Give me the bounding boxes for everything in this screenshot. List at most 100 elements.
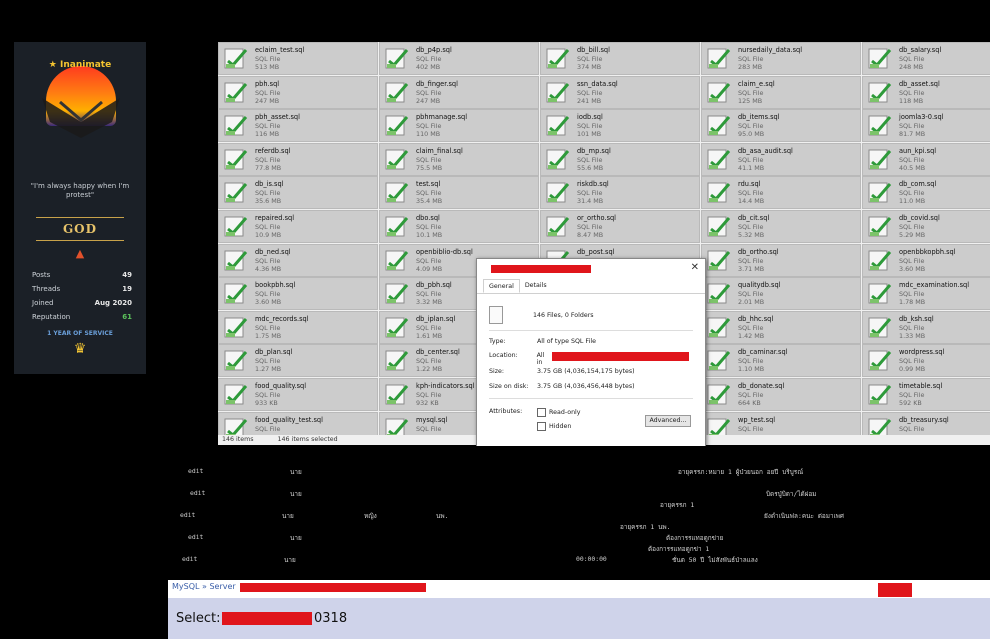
sql-file-icon bbox=[867, 315, 893, 339]
tab-details[interactable]: Details bbox=[520, 279, 552, 293]
file-item[interactable]: dbo.sql SQL File 10.1 MB bbox=[379, 209, 539, 243]
file-item[interactable]: db_com.sql SQL File 11.0 MB bbox=[862, 176, 990, 210]
edit-link[interactable]: edit bbox=[180, 511, 195, 519]
file-item[interactable]: claim_final.sql SQL File 75.5 MB bbox=[379, 142, 539, 176]
file-item[interactable]: db_donate.sql SQL File 664 KB bbox=[701, 377, 861, 411]
file-item[interactable]: or_ortho.sql SQL File 8.47 MB bbox=[540, 209, 700, 243]
file-item[interactable]: iodb.sql SQL File 101 MB bbox=[540, 109, 700, 143]
file-item[interactable]: db_bill.sql SQL File 374 MB bbox=[540, 42, 700, 75]
sql-file-icon bbox=[706, 214, 732, 238]
file-item[interactable]: mdc_examination.sql SQL File 1.78 MB bbox=[862, 277, 990, 311]
edit-link[interactable]: edit bbox=[188, 533, 203, 541]
file-item[interactable]: riskdb.sql SQL File 31.4 MB bbox=[540, 176, 700, 210]
sql-file-icon bbox=[384, 348, 410, 372]
sql-file-icon bbox=[706, 80, 732, 104]
file-name: dbo.sql bbox=[416, 213, 440, 222]
file-type: SQL File bbox=[416, 424, 442, 433]
file-item[interactable]: db_caminar.sql SQL File 1.10 MB bbox=[701, 344, 861, 378]
sql-file-icon bbox=[384, 180, 410, 204]
file-item[interactable]: db_asset.sql SQL File 118 MB bbox=[862, 75, 990, 109]
file-item[interactable]: db_salary.sql SQL File 248 MB bbox=[862, 42, 990, 75]
file-item[interactable]: food_quality.sql SQL File 933 KB bbox=[218, 377, 378, 411]
breadcrumb-server-link[interactable]: MySQL » Server bbox=[172, 582, 236, 591]
sql-file-icon bbox=[384, 46, 410, 70]
file-type: SQL File bbox=[416, 55, 442, 63]
file-item[interactable]: db_ortho.sql SQL File 3.71 MB bbox=[701, 243, 861, 277]
file-name: db_finger.sql bbox=[416, 79, 458, 88]
file-item[interactable]: db_ned.sql SQL File 4.36 MB bbox=[218, 243, 378, 277]
file-item[interactable]: pbh_asset.sql SQL File 116 MB bbox=[218, 109, 378, 143]
file-size: 35.6 MB bbox=[255, 197, 282, 206]
file-item[interactable]: joomla3-0.sql SQL File 81.7 MB bbox=[862, 109, 990, 143]
file-size: 10.1 MB bbox=[416, 230, 443, 239]
sql-file-icon bbox=[706, 281, 732, 305]
file-item[interactable]: db_plan.sql SQL File 1.27 MB bbox=[218, 344, 378, 378]
file-item[interactable]: openbbkopbh.sql SQL File 3.60 MB bbox=[862, 243, 990, 277]
select-table-suffix: 0318 bbox=[314, 611, 348, 626]
file-item[interactable]: pbh.sql SQL File 247 MB bbox=[218, 75, 378, 109]
file-size: 116 MB bbox=[255, 130, 280, 139]
file-type: SQL File bbox=[255, 122, 281, 131]
file-type: SQL File bbox=[899, 357, 925, 366]
advanced-button[interactable]: Advanced... bbox=[645, 415, 691, 427]
file-name: bookpbh.sql bbox=[255, 281, 296, 290]
attributes-row: Attributes: bbox=[489, 408, 523, 415]
sql-file-icon bbox=[223, 147, 249, 171]
file-type: SQL File bbox=[416, 88, 442, 97]
file-name: openbiblio-db.sql bbox=[416, 247, 473, 256]
file-name: mdc_examination.sql bbox=[899, 281, 970, 290]
file-type: SQL File bbox=[416, 122, 442, 131]
edit-link[interactable]: edit bbox=[188, 467, 203, 475]
file-item[interactable]: qualitydb.sql SQL File 2.01 MB bbox=[701, 277, 861, 311]
redacted-title bbox=[491, 265, 591, 273]
file-item[interactable]: db_is.sql SQL File 35.6 MB bbox=[218, 176, 378, 210]
tab-general[interactable]: General bbox=[483, 279, 520, 293]
table-row: edit นาย หญิง นพ. ยังดำเนินฟล:คนะ ต่อมาเ… bbox=[180, 511, 844, 520]
file-item[interactable]: db_ksh.sql SQL File 1.33 MB bbox=[862, 310, 990, 344]
sql-file-icon bbox=[384, 113, 410, 137]
hidden-checkbox[interactable]: Hidden bbox=[537, 422, 571, 431]
file-size: 932 KB bbox=[416, 398, 439, 407]
file-item[interactable]: db_items.sql SQL File 95.0 MB bbox=[701, 109, 861, 143]
sql-file-icon bbox=[867, 180, 893, 204]
file-item[interactable]: eclaim_test.sql SQL File 513 MB bbox=[218, 42, 378, 75]
file-size: 3.60 MB bbox=[255, 298, 282, 307]
file-item[interactable]: ssn_data.sql SQL File 241 MB bbox=[540, 75, 700, 109]
file-item[interactable]: db_asa_audit.sql SQL File 41.1 MB bbox=[701, 142, 861, 176]
file-type: SQL File bbox=[577, 189, 603, 198]
file-item[interactable]: mdc_records.sql SQL File 1.75 MB bbox=[218, 310, 378, 344]
file-item[interactable]: bookpbh.sql SQL File 3.60 MB bbox=[218, 277, 378, 311]
readonly-checkbox[interactable]: Read-only bbox=[537, 408, 581, 417]
file-item[interactable]: db_cit.sql SQL File 5.32 MB bbox=[701, 209, 861, 243]
file-name: db_asa_audit.sql bbox=[738, 146, 793, 155]
file-item[interactable]: db_p4p.sql SQL File 402 MB bbox=[379, 42, 539, 75]
edit-link[interactable]: edit bbox=[182, 555, 197, 563]
file-name: db_asset.sql bbox=[899, 79, 940, 88]
file-item[interactable]: timetable.sql SQL File 592 KB bbox=[862, 377, 990, 411]
file-item[interactable]: claim_e.sql SQL File 125 MB bbox=[701, 75, 861, 109]
file-item[interactable]: referdb.sql SQL File 77.8 MB bbox=[218, 142, 378, 176]
file-item[interactable]: repaired.sql SQL File 10.9 MB bbox=[218, 209, 378, 243]
select-heading: Select: 0318 bbox=[168, 598, 990, 639]
close-icon[interactable]: ✕ bbox=[691, 262, 699, 273]
file-item[interactable]: db_covid.sql SQL File 5.29 MB bbox=[862, 209, 990, 243]
file-item[interactable]: rdu.sql SQL File 14.4 MB bbox=[701, 176, 861, 210]
sql-file-icon bbox=[545, 80, 571, 104]
redacted-table-name bbox=[222, 612, 312, 625]
file-size: 35.4 MB bbox=[416, 197, 443, 206]
edit-link[interactable]: edit bbox=[190, 489, 205, 497]
file-item[interactable]: aun_kpi.sql SQL File 40.5 MB bbox=[862, 142, 990, 176]
file-item[interactable]: pbhmanage.sql SQL File 110 MB bbox=[379, 109, 539, 143]
file-size: 118 MB bbox=[899, 96, 924, 105]
file-name: timetable.sql bbox=[899, 381, 943, 390]
file-item[interactable]: db_finger.sql SQL File 247 MB bbox=[379, 75, 539, 109]
file-item[interactable]: nursedaily_data.sql SQL File 283 MB bbox=[701, 42, 861, 75]
type-row: Type: All of type SQL File bbox=[489, 338, 596, 345]
stat-joined: Joined Aug 2020 bbox=[32, 298, 132, 307]
file-name: db_bill.sql bbox=[577, 46, 610, 54]
file-type: SQL File bbox=[255, 323, 281, 332]
file-item[interactable]: db_hhc.sql SQL File 1.42 MB bbox=[701, 310, 861, 344]
file-item[interactable]: test.sql SQL File 35.4 MB bbox=[379, 176, 539, 210]
file-item[interactable]: wordpress.sql SQL File 0.99 MB bbox=[862, 344, 990, 378]
file-item[interactable]: db_mp.sql SQL File 55.6 MB bbox=[540, 142, 700, 176]
